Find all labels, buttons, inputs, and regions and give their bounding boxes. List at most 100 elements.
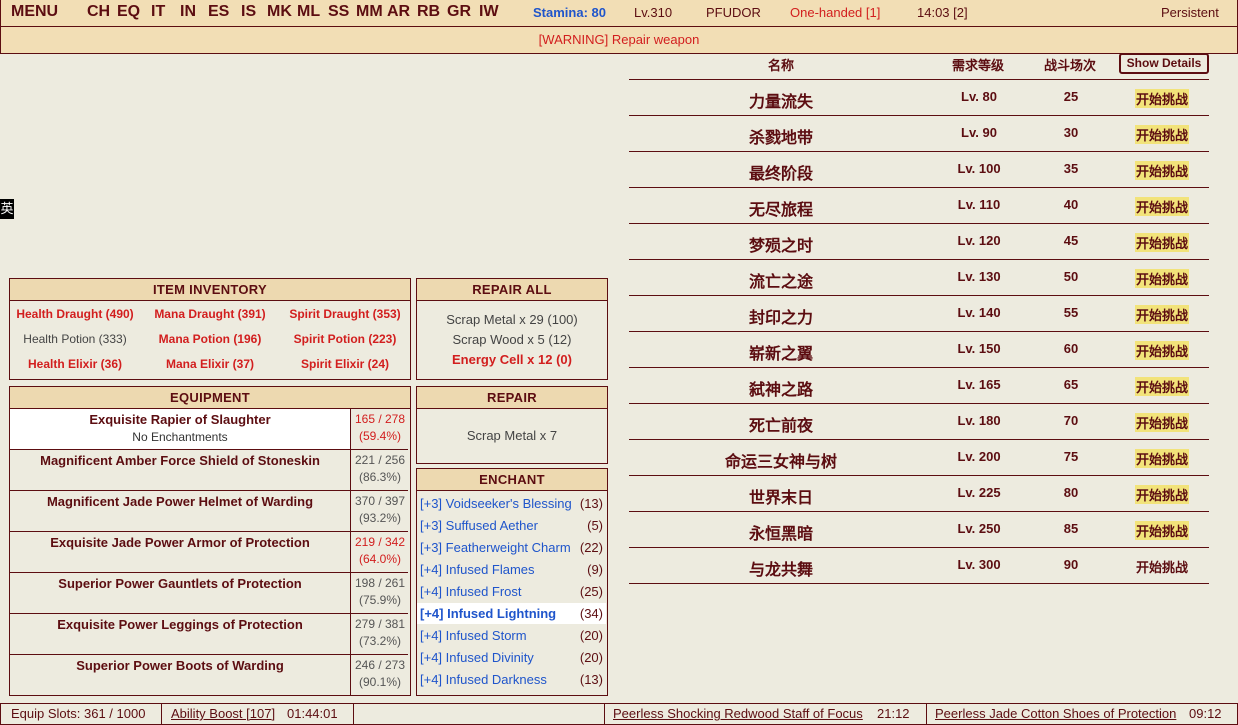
equipment-condition: 221 / 256 (86.3%) xyxy=(350,450,409,490)
enchant-option[interactable]: [+4] Infused Flames (9) xyxy=(417,559,606,580)
enchant-option[interactable]: [+4] Infused Divinity (20) xyxy=(417,647,606,668)
inventory-item[interactable]: Health Potion (333) xyxy=(10,332,140,346)
equipment-name[interactable]: Superior Power Boots of Warding xyxy=(10,658,350,673)
nav-mk[interactable]: MK xyxy=(267,3,292,21)
equipment-name-cell[interactable]: Superior Power Boots of Warding xyxy=(10,655,350,695)
equipment-title: EQUIPMENT xyxy=(10,387,410,409)
tower-name: 最终阶段 xyxy=(748,166,813,183)
enchant-label[interactable]: [+4] Infused Flames xyxy=(420,559,535,580)
start-challenge-button[interactable]: 开始挑战 xyxy=(1135,233,1190,252)
enchant-option[interactable]: [+4] Infused Lightning (34) xyxy=(417,603,606,624)
equipment-name[interactable]: Exquisite Rapier of Slaughter xyxy=(10,412,350,427)
inventory-item[interactable]: Spirit Elixir (24) xyxy=(280,357,410,371)
equipment-name[interactable]: Magnificent Amber Force Shield of Stones… xyxy=(10,453,350,468)
equipment-name-cell[interactable]: Superior Power Gauntlets of Protection xyxy=(10,573,350,613)
nav-rb[interactable]: RB xyxy=(417,3,440,21)
tower-name: 死亡前夜 xyxy=(748,418,813,435)
nav-is[interactable]: IS xyxy=(241,3,256,21)
tower-battles: 60 xyxy=(1063,341,1079,356)
repair-all-panel[interactable]: REPAIR ALL Scrap Metal x 29 (100) Scrap … xyxy=(416,278,608,380)
equipment-name-cell[interactable]: Magnificent Jade Power Helmet of Warding xyxy=(10,491,350,531)
start-challenge-button[interactable]: 开始挑战 xyxy=(1135,89,1190,108)
enchant-option[interactable]: [+4] Infused Frost (25) xyxy=(417,581,606,602)
fighting-style: One-handed [1] xyxy=(790,5,881,20)
repair-title[interactable]: REPAIR xyxy=(417,387,607,409)
inventory-item[interactable]: Health Draught (490) xyxy=(10,307,140,321)
equipment-row[interactable]: Superior Power Boots of Warding 246 / 273… xyxy=(10,654,408,695)
enchant-option[interactable]: [+4] Infused Storm (20) xyxy=(417,625,606,646)
equipment-row[interactable]: Exquisite Power Leggings of Protection 27… xyxy=(10,613,408,654)
equipment-row[interactable]: Exquisite Jade Power Armor of Protection… xyxy=(10,531,408,572)
nav-gr[interactable]: GR xyxy=(447,3,471,21)
start-challenge-button[interactable]: 开始挑战 xyxy=(1135,269,1190,288)
equipment-row[interactable]: Exquisite Rapier of Slaughter No Enchantm… xyxy=(10,408,408,449)
enchant-label[interactable]: [+4] Infused Storm xyxy=(420,625,527,646)
equipment-name[interactable]: Superior Power Gauntlets of Protection xyxy=(10,576,350,591)
enchant-option[interactable]: [+3] Voidseeker's Blessing (13) xyxy=(417,493,606,514)
inventory-item[interactable]: Mana Potion (196) xyxy=(145,332,275,346)
equipment-name-cell[interactable]: Exquisite Rapier of Slaughter No Enchantm… xyxy=(10,409,350,449)
equipment-name-cell[interactable]: Exquisite Power Leggings of Protection xyxy=(10,614,350,654)
repair-all-title[interactable]: REPAIR ALL xyxy=(417,279,607,301)
equipment-row[interactable]: Magnificent Amber Force Shield of Stones… xyxy=(10,449,408,490)
equipment-name-cell[interactable]: Exquisite Jade Power Armor of Protection xyxy=(10,532,350,572)
menu-link[interactable]: MENU xyxy=(11,3,58,21)
repair-panel[interactable]: REPAIR Scrap Metal x 7 xyxy=(416,386,608,464)
tower-name: 无尽旅程 xyxy=(748,202,813,219)
inventory-item[interactable]: Mana Draught (391) xyxy=(145,307,275,321)
show-details-button[interactable]: Show Details xyxy=(1119,53,1209,74)
start-challenge-button[interactable]: 开始挑战 xyxy=(1135,413,1190,432)
enchant-option[interactable]: [+3] Suffused Aether (5) xyxy=(417,515,606,536)
equipment-name[interactable]: Exquisite Jade Power Armor of Protection xyxy=(10,535,350,550)
nav-mm[interactable]: MM xyxy=(356,3,383,21)
start-challenge-button[interactable]: 开始挑战 xyxy=(1135,449,1190,468)
ability-boost-timer: 01:44:01 xyxy=(287,706,338,721)
enchant-option[interactable]: [+3] Featherweight Charm (22) xyxy=(417,537,606,558)
nav-es[interactable]: ES xyxy=(208,3,229,21)
enchant-label[interactable]: [+4] Infused Frost xyxy=(420,581,522,602)
equip-slots: Equip Slots: 361 / 1000 xyxy=(11,706,146,721)
ability-boost-link[interactable]: Ability Boost [107] xyxy=(171,706,275,721)
start-challenge-button[interactable]: 开始挑战 xyxy=(1135,197,1190,216)
nav-ml[interactable]: ML xyxy=(297,3,320,21)
equipment-row[interactable]: Superior Power Gauntlets of Protection 19… xyxy=(10,572,408,613)
inventory-item[interactable]: Spirit Potion (223) xyxy=(280,332,410,346)
enchant-label[interactable]: [+3] Voidseeker's Blessing xyxy=(420,493,572,514)
nav-iw[interactable]: IW xyxy=(479,3,499,21)
start-challenge-button[interactable]: 开始挑战 xyxy=(1135,485,1190,504)
nav-ch[interactable]: CH xyxy=(87,3,110,21)
enchant-label[interactable]: [+4] Infused Darkness xyxy=(420,669,547,690)
start-challenge-button[interactable]: 开始挑战 xyxy=(1135,557,1189,576)
start-challenge-button[interactable]: 开始挑战 xyxy=(1135,377,1190,396)
enchant-label[interactable]: [+4] Infused Divinity xyxy=(420,647,534,668)
footer-item-2-link[interactable]: Peerless Jade Cotton Shoes of Protection xyxy=(935,706,1176,721)
equipment-name[interactable]: Exquisite Power Leggings of Protection xyxy=(10,617,350,632)
nav-ar[interactable]: AR xyxy=(387,3,410,21)
enchant-label[interactable]: [+4] Infused Lightning xyxy=(420,603,556,624)
inventory-item[interactable]: Spirit Draught (353) xyxy=(280,307,410,321)
condition-percent: (59.4%) xyxy=(358,429,402,443)
start-challenge-button[interactable]: 开始挑战 xyxy=(1135,521,1190,540)
equipment-name[interactable]: Magnificent Jade Power Helmet of Warding xyxy=(10,494,350,509)
inventory-item[interactable]: Health Elixir (36) xyxy=(10,357,140,371)
start-challenge-button[interactable]: 开始挑战 xyxy=(1135,161,1190,180)
nav-eq[interactable]: EQ xyxy=(117,3,140,21)
start-challenge-button[interactable]: 开始挑战 xyxy=(1135,125,1190,144)
enchant-option[interactable]: [+4] Infused Darkness (13) xyxy=(417,669,606,690)
nav-ss[interactable]: SS xyxy=(328,3,349,21)
tower-row: 永恒黑暗 Lv. 250 85 开始挑战 xyxy=(629,511,1209,547)
start-challenge-button[interactable]: 开始挑战 xyxy=(1135,341,1190,360)
inventory-item[interactable]: Mana Elixir (37) xyxy=(145,357,275,371)
tower-row: 无尽旅程 Lv. 110 40 开始挑战 xyxy=(629,187,1209,223)
enchant-label[interactable]: [+3] Suffused Aether xyxy=(420,515,538,536)
enchant-label[interactable]: [+3] Featherweight Charm xyxy=(420,537,571,558)
equipment-row[interactable]: Magnificent Jade Power Helmet of Warding… xyxy=(10,490,408,531)
tower-row: 梦殒之时 Lv. 120 45 开始挑战 xyxy=(629,223,1209,259)
nav-it[interactable]: IT xyxy=(151,3,165,21)
equipment-name-cell[interactable]: Magnificent Amber Force Shield of Stones… xyxy=(10,450,350,490)
start-challenge-button[interactable]: 开始挑战 xyxy=(1135,305,1190,324)
nav-in[interactable]: IN xyxy=(180,3,196,21)
footer-item-1-link[interactable]: Peerless Shocking Redwood Staff of Focus xyxy=(613,706,863,721)
equipment-condition: 370 / 397 (93.2%) xyxy=(350,491,409,531)
tower-name: 弑神之路 xyxy=(748,382,813,399)
